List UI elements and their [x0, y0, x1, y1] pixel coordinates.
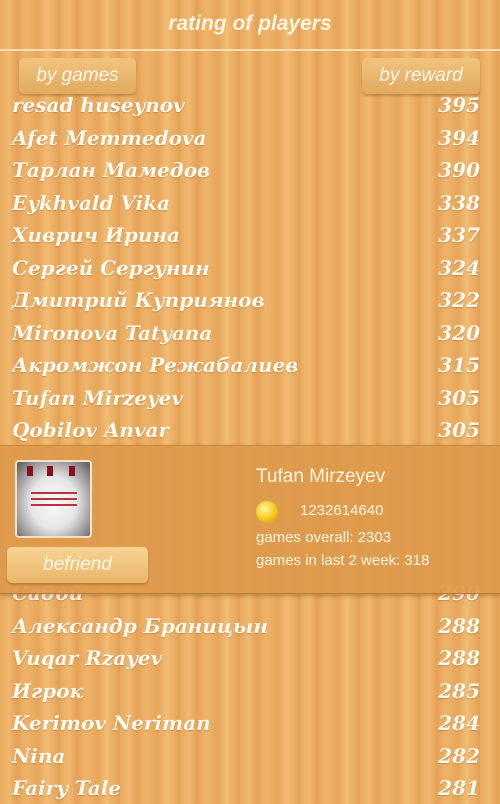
player-score: 305 — [438, 385, 480, 410]
player-score: 305 — [438, 418, 480, 442]
player-row[interactable]: resad huseynov 395 — [12, 89, 480, 121]
player-score: 394 — [438, 125, 480, 150]
player-name: Kerimov Neriman — [12, 711, 211, 735]
player-row[interactable]: Eykhvald Vika 338 — [12, 187, 480, 219]
player-score: 282 — [438, 743, 480, 768]
player-score: 315 — [438, 353, 480, 377]
player-name: Игрок — [12, 678, 84, 703]
games-overall: games overall: 2303 — [256, 529, 392, 546]
player-row[interactable]: Vuqar Rzayev 288 — [12, 642, 480, 674]
player-score: 285 — [438, 678, 480, 703]
player-avatar — [15, 460, 92, 538]
player-row[interactable]: Qobilov Anvar 305 — [12, 414, 480, 446]
player-row[interactable]: Mironova Tatyana 320 — [12, 317, 480, 349]
player-name: Vuqar Rzayev — [12, 646, 163, 670]
player-row[interactable]: Хиврич Ирина 337 — [12, 219, 480, 251]
player-score: 288 — [438, 646, 480, 670]
player-score: 281 — [438, 776, 480, 800]
player-row[interactable]: Kerimov Neriman 284 — [12, 707, 480, 739]
gold-coin-icon — [256, 501, 278, 523]
player-score: 395 — [438, 93, 480, 117]
player-score: 338 — [438, 190, 480, 215]
player-score: 337 — [438, 223, 480, 247]
player-name: Tufan Mirzeyev — [256, 466, 386, 487]
player-name: Александр Браницын — [12, 613, 268, 638]
player-info-panel: befriend Tufan Mirzeyev 1232614640 games… — [0, 445, 500, 594]
page-title: rating of players — [168, 12, 332, 35]
player-name: Сергей Сергунин — [12, 255, 210, 280]
player-name: Eykhvald Vika — [12, 190, 170, 215]
player-score: 324 — [438, 255, 480, 280]
header-divider — [0, 49, 500, 51]
player-score: 322 — [438, 288, 480, 312]
player-row[interactable]: Сергей Сергунин 324 — [12, 252, 480, 284]
player-name: Тарлан Мамедов — [12, 158, 211, 182]
player-row[interactable]: Дмитрий Куприянов 322 — [12, 284, 480, 316]
befriend-button[interactable]: befriend — [7, 547, 148, 583]
player-row[interactable]: Игрок 285 — [12, 675, 480, 707]
games-recent: games in last 2 week: 318 — [256, 552, 430, 569]
player-score: 284 — [438, 711, 480, 735]
player-score: 390 — [438, 158, 480, 182]
player-name: Qobilov Anvar — [12, 418, 170, 442]
player-name: Дмитрий Куприянов — [12, 288, 265, 312]
player-name: Nina — [12, 743, 66, 768]
player-score: 320 — [438, 320, 480, 345]
player-row[interactable]: Tufan Mirzeyev 305 — [12, 382, 480, 414]
player-name: Mironova Tatyana — [12, 320, 213, 345]
player-row[interactable]: Тарлан Мамедов 390 — [12, 154, 480, 186]
player-name: Fairy Tale — [12, 776, 122, 800]
player-row[interactable]: Акромжон Режабалиев 315 — [12, 349, 480, 381]
player-name: Afet Memmedova — [12, 125, 207, 150]
player-score: 288 — [438, 613, 480, 638]
player-name: Хиврич Ирина — [12, 223, 180, 247]
player-row[interactable]: Александр Браницын 288 — [12, 610, 480, 642]
player-row[interactable]: Fairy Tale 281 — [12, 772, 480, 804]
player-name: Акромжон Режабалиев — [12, 353, 299, 377]
player-name: resad huseynov — [12, 93, 185, 117]
player-row[interactable]: Afet Memmedova 394 — [12, 122, 480, 154]
coin-balance: 1232614640 — [300, 502, 384, 519]
player-row[interactable]: Nina 282 — [12, 740, 480, 772]
player-name: Tufan Mirzeyev — [12, 385, 183, 410]
